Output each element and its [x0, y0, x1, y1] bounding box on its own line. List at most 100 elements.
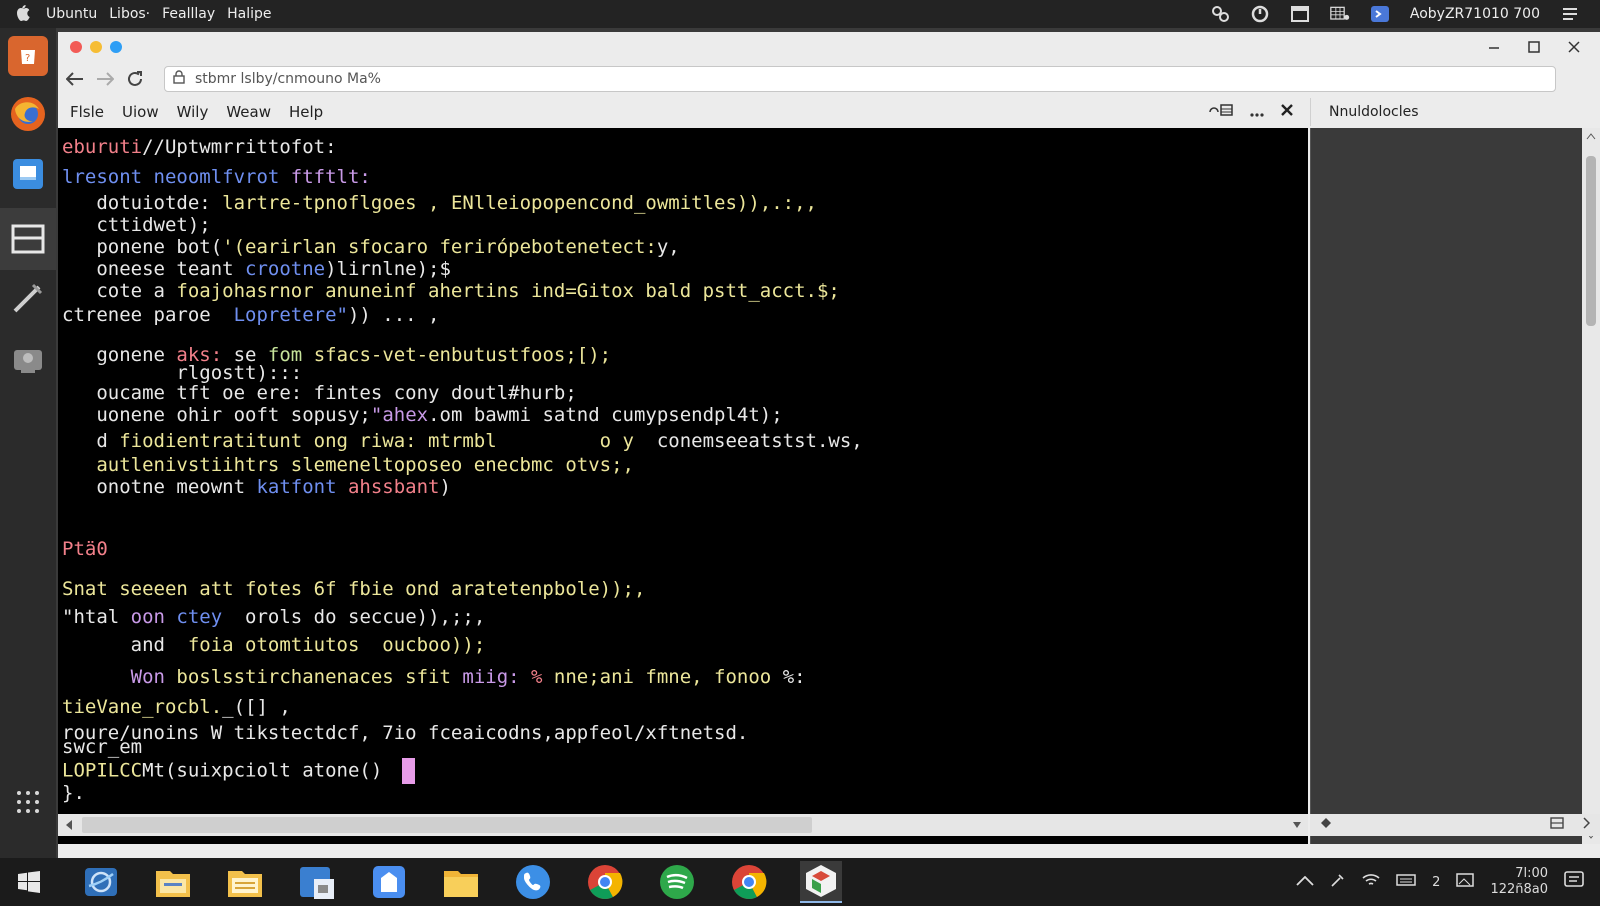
folder-icon[interactable]	[440, 861, 482, 903]
more-options-icon[interactable]	[1250, 103, 1264, 121]
terminal-text-segment: oucame	[62, 382, 177, 404]
app-grid-icon[interactable]	[8, 782, 48, 822]
horizontal-scrollbar[interactable]	[58, 814, 1308, 836]
terminal-line: ponene bot('(earirlan sfocaro ferirópebo…	[62, 236, 679, 258]
scroll-up-arrow-icon[interactable]	[1586, 132, 1596, 140]
terminal-text-segment: LOPILCC	[62, 759, 143, 782]
tray-badge: 2	[1432, 874, 1441, 890]
side-panel-title: Nnuldolocles	[1329, 104, 1419, 120]
start-windows-icon[interactable]	[8, 861, 50, 903]
chevron-up-icon[interactable]	[1296, 875, 1314, 890]
minimize-window-button[interactable]	[1488, 38, 1500, 57]
terminal-text-segment: Snat seeeen att fotes 6f fbie ond aratet…	[62, 578, 646, 600]
window-manager-icon[interactable]	[0, 208, 56, 270]
apple-logo-icon[interactable]	[0, 5, 46, 23]
phone-app-icon[interactable]	[512, 861, 554, 903]
terminal-text-segment: foajohasrnor anuneinf ahertins ind=Gitox…	[176, 280, 840, 302]
spotify-icon[interactable]	[656, 861, 698, 903]
firefox-icon[interactable]	[8, 94, 48, 134]
menu-file[interactable]: Flsle	[70, 103, 104, 121]
scroll-left-arrow-icon[interactable]	[64, 819, 74, 831]
diamond-icon[interactable]	[1320, 817, 1332, 833]
terminal-text-segment: Won	[62, 666, 177, 688]
terminal-line: dotuiotde: lartre-tpnoflgoes , ENlleiopo…	[62, 192, 817, 214]
keyboard-icon[interactable]	[1396, 873, 1416, 891]
terminal-text-segment: foia otomtiutos oucboo));	[187, 634, 486, 656]
package-app-icon[interactable]	[800, 861, 842, 903]
terminal-text-segment: d	[62, 430, 120, 452]
vertical-scroll-thumb[interactable]	[1586, 156, 1596, 326]
notes-app-icon[interactable]	[368, 861, 410, 903]
app-store-icon[interactable]: ?	[8, 36, 48, 76]
terminal-text-segment: uonene ohir	[62, 404, 234, 426]
forward-arrow-icon[interactable]	[92, 66, 118, 92]
terminal-text-segment: ponene bot(	[62, 236, 223, 258]
system-menu-libos[interactable]: Libos·	[109, 6, 150, 22]
terminal-text-segment: tft	[176, 382, 223, 404]
chat-screen-icon[interactable]	[8, 340, 48, 380]
close-light-button[interactable]	[70, 41, 82, 53]
documents-folder-icon[interactable]	[224, 861, 266, 903]
reload-icon[interactable]	[122, 66, 148, 92]
photo-icon[interactable]	[1456, 873, 1475, 891]
folder-app-icon[interactable]	[1370, 5, 1390, 23]
address-bar[interactable]: stbmr lslby/cnmouno Ma%	[164, 66, 1556, 92]
browser-globe-icon[interactable]	[80, 861, 122, 903]
spreadsheet-icon[interactable]	[1330, 5, 1350, 23]
notifications-icon[interactable]	[1564, 871, 1584, 893]
file-explorer-icon[interactable]	[152, 861, 194, 903]
pen-input-icon[interactable]	[1330, 872, 1346, 892]
chevron-right-icon[interactable]	[1582, 817, 1591, 833]
terminal-text-segment: nne;ani fmne, fonoo	[553, 666, 783, 688]
chrome-icon[interactable]	[584, 861, 626, 903]
terminal-text-segment: Ptä0	[62, 538, 108, 560]
terminal-text-segment: )	[439, 476, 451, 498]
close-tab-icon[interactable]	[1280, 103, 1294, 121]
side-panel-header: Nnuldolocles	[1310, 98, 1600, 126]
hamburger-menu-icon[interactable]	[1560, 5, 1580, 23]
terminal-text-segment: cttidwet);	[62, 214, 211, 236]
panel-toggle-icon[interactable]	[1550, 817, 1564, 833]
system-menu-fealllay[interactable]: Fealllay	[162, 6, 215, 22]
side-panel-footer	[1310, 814, 1600, 836]
terminal-line: Won boslsstirchanenaces sfit miig: % nne…	[62, 666, 806, 688]
scroll-right-arrow-icon[interactable]	[1292, 819, 1302, 831]
zoom-light-button[interactable]	[110, 41, 122, 53]
system-tray: 2 7l:00 122ñ8a0	[1296, 866, 1600, 898]
files-icon[interactable]	[8, 154, 48, 194]
settings-cog-icon[interactable]	[1210, 5, 1230, 23]
window-list-icon[interactable]	[1290, 5, 1310, 23]
menu-wily[interactable]: Wily	[177, 103, 209, 121]
terminal-text-segment: //Uptwmrrittofot:	[142, 136, 337, 158]
terminal-text-segment: '(earirlan sfocaro ferirópebotenetect:	[222, 236, 657, 258]
close-window-button[interactable]	[1568, 38, 1580, 57]
system-menu-halipe[interactable]: Halipe	[227, 6, 271, 22]
chrome-second-icon[interactable]	[728, 861, 770, 903]
svg-text:?: ?	[25, 53, 30, 64]
power-circle-icon[interactable]	[1250, 5, 1270, 23]
tools-pen-icon[interactable]	[8, 278, 48, 318]
terminal-text-segment: oon	[130, 606, 177, 628]
terminal-text-segment: orols do seccue)),;;,	[222, 606, 486, 628]
terminal-text-segment: miig:	[462, 666, 532, 688]
system-menu-ubuntu[interactable]: Ubuntu	[46, 6, 97, 22]
horizontal-scroll-thumb[interactable]	[82, 817, 812, 833]
minimize-light-button[interactable]	[90, 41, 102, 53]
terminal-output[interactable]: eburuti//Uptwmrrittofot: lresont neoomlfv…	[58, 128, 1308, 844]
document-app-icon[interactable]	[296, 861, 338, 903]
menu-help[interactable]: Help	[289, 103, 323, 121]
terminal-text-segment: dotuiotde:	[62, 192, 223, 214]
split-view-icon[interactable]	[1208, 103, 1234, 121]
terminal-text-segment: sfacs-vet-enbutustfoos;[);	[313, 344, 612, 366]
terminal-text-segment: oneese teant	[62, 258, 246, 280]
wifi-icon[interactable]	[1362, 873, 1380, 891]
launcher-dock: ?	[0, 28, 56, 858]
maximize-window-button[interactable]	[1528, 38, 1540, 57]
menu-weaw[interactable]: Weaw	[226, 103, 271, 121]
back-arrow-icon[interactable]	[62, 66, 88, 92]
terminal-text-segment: fiodientratitunt ong riwa: mtrmbl o y	[119, 430, 657, 452]
clock[interactable]: 7l:00 122ñ8a0	[1490, 866, 1548, 898]
menu-view[interactable]: Uiow	[122, 103, 159, 121]
terminal-line: ctrenee paroe Lopretere")) ... ,	[62, 304, 440, 326]
vertical-scrollbar[interactable]	[1582, 128, 1600, 844]
